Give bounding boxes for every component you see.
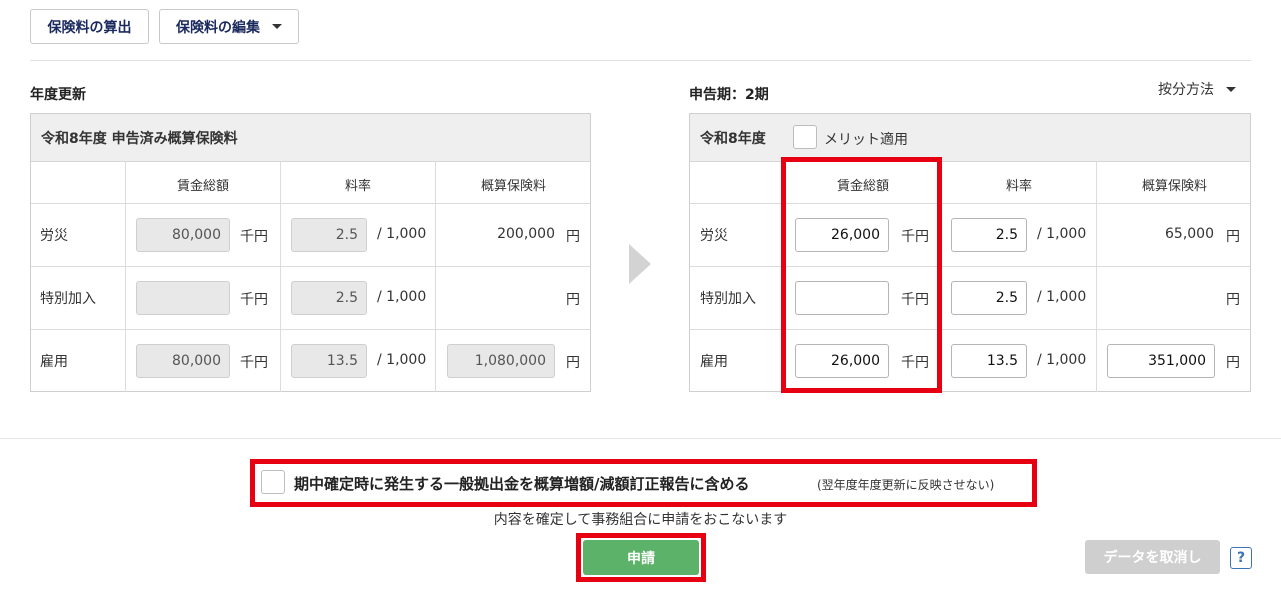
unit-label: 円 [1226,355,1240,371]
cancel-data-label: データを取消し [1103,550,1202,566]
chevron-down-icon [272,24,282,29]
edit-premium-label: 保険料の編集 [176,19,260,36]
rate-unit: / 1,000 [1037,352,1087,368]
row-label-koyou: 雇用 [700,354,728,370]
row-label-rousai: 労災 [700,228,728,244]
col-rate: 料率 [344,179,371,194]
wage-column-highlight [781,157,942,393]
row-label-special: 特別加入 [40,291,96,307]
rate-input-special[interactable]: 2.5 [951,281,1027,315]
rate-field-special: 2.5 [291,281,367,315]
unit-label: 円 [1226,229,1240,245]
period-table-title: 令和8年度 [700,130,766,147]
wage-field-special [136,281,230,315]
calc-premium-label: 保険料の算出 [47,19,132,36]
col-premium: 概算保険料 [1141,179,1207,194]
col-premium: 概算保険料 [480,179,546,194]
unit-label: 千円 [240,355,268,371]
rate-unit: / 1,000 [377,289,427,305]
premium-value-rousai: 200,000 [497,226,555,242]
rate-input-rousai[interactable]: 2.5 [951,218,1027,252]
rate-unit: / 1,000 [377,352,427,368]
period-table-header: 令和8年度 [690,114,1250,162]
footer-divider [0,438,1281,439]
include-contribution-label: 期中確定時に発生する一般拠出金を概算増額/減額訂正報告に含める [294,475,750,493]
rate-input-koyou[interactable]: 13.5 [951,344,1027,378]
chevron-down-icon [1226,86,1236,92]
rate-unit: / 1,000 [377,226,427,242]
rate-field-koyou: 13.5 [291,344,367,378]
calc-premium-button[interactable]: 保険料の算出 [30,9,149,44]
divider [30,60,1251,61]
rate-unit: / 1,000 [1037,226,1087,242]
allocation-method-label: 按分方法 [1158,82,1214,98]
help-icon[interactable]: ? [1230,547,1252,569]
row-label-koyou: 雇用 [40,354,68,370]
declaration-period-title: 申告期：2期 [689,87,769,103]
unit-label: 円 [1226,292,1240,308]
annual-update-title: 年度更新 [30,87,86,103]
unit-label: 円 [566,292,580,308]
premium-input-koyou[interactable]: 351,000 [1107,344,1215,378]
wage-field-rousai: 80,000 [136,218,230,252]
edit-premium-dropdown[interactable]: 保険料の編集 [159,9,299,44]
period-premium-table: 令和8年度 メリット適用 賃金総額 料率 概算保険料 労災 26,000 千円 … [689,113,1251,392]
row-label-special: 特別加入 [700,291,756,307]
merit-label: メリット適用 [824,132,908,148]
allocation-method-dropdown[interactable]: 按分方法 [1158,79,1236,99]
col-rate: 料率 [1005,179,1032,194]
premium-value-rousai: 65,000 [1165,226,1214,242]
cancel-data-button[interactable]: データを取消し [1085,540,1220,574]
apply-label: 申請 [627,550,655,567]
rate-unit: / 1,000 [1037,289,1087,305]
rate-field-rousai: 2.5 [291,218,367,252]
wage-field-koyou: 80,000 [136,344,230,378]
merit-checkbox[interactable] [793,125,817,149]
row-label-rousai: 労災 [40,228,68,244]
help-label: ? [1236,550,1246,566]
include-contribution-note: (翌年度年度更新に反映させない) [817,478,995,492]
arrow-right-icon [629,244,651,284]
unit-label: 千円 [240,292,268,308]
premium-field-koyou: 1,080,000 [447,344,555,378]
col-wage: 賃金総額 [176,179,229,194]
unit-label: 千円 [240,229,268,245]
unit-label: 円 [566,355,580,371]
declared-premium-table: 令和8年度 申告済み概算保険料 賃金総額 料率 概算保険料 労災 80,000 … [30,113,591,392]
confirm-text: 内容を確定して事務組合に申請をおこないます [493,512,788,528]
declared-table-title: 令和8年度 申告済み概算保険料 [31,114,590,162]
apply-button[interactable]: 申請 [583,540,699,575]
unit-label: 円 [566,229,580,245]
include-contribution-checkbox[interactable] [261,470,285,494]
